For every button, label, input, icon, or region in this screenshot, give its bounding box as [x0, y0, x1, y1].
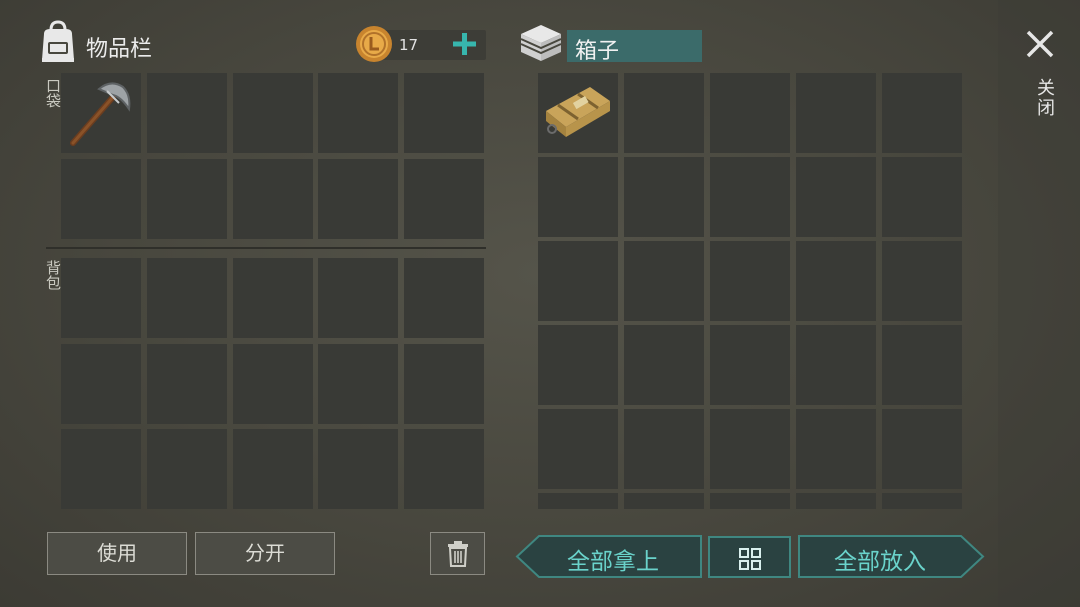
pocket-slot[interactable] — [61, 73, 141, 153]
backpack-icon — [42, 20, 74, 62]
inventory-title: 物品栏 — [86, 37, 153, 62]
backpack-slot[interactable] — [233, 258, 313, 338]
section-divider — [46, 247, 486, 249]
container-slot[interactable] — [710, 241, 790, 321]
container-slot[interactable] — [882, 241, 962, 321]
trash-icon — [448, 541, 468, 567]
put-all-label[interactable]: 全部放入 — [834, 542, 926, 576]
backpack-slot[interactable] — [404, 258, 484, 338]
container-slot[interactable] — [710, 157, 790, 237]
container-slot[interactable] — [710, 409, 790, 489]
container-slot[interactable] — [796, 73, 876, 153]
backpack-slot[interactable] — [318, 258, 398, 338]
container-slot[interactable] — [882, 493, 962, 509]
container-slot[interactable] — [796, 325, 876, 405]
container-slot[interactable] — [538, 73, 618, 153]
container-slot[interactable] — [796, 241, 876, 321]
backpack-slot[interactable] — [61, 344, 141, 424]
backpack-slot[interactable] — [233, 344, 313, 424]
container-slot[interactable] — [710, 73, 790, 153]
coin-counter: 17 — [354, 24, 486, 64]
pocket-slot[interactable] — [404, 159, 484, 239]
container-slot[interactable] — [538, 325, 618, 405]
supply-crate-icon — [546, 87, 610, 137]
container-slot[interactable] — [538, 157, 618, 237]
container-slot[interactable] — [882, 73, 962, 153]
pocket-slot[interactable] — [233, 159, 313, 239]
container-slot[interactable] — [538, 241, 618, 321]
pocket-slot[interactable] — [404, 73, 484, 153]
close-icon[interactable] — [1024, 28, 1056, 60]
container-slot[interactable] — [710, 493, 790, 509]
pocket-slot[interactable] — [318, 73, 398, 153]
container-slot[interactable] — [624, 325, 704, 405]
backpack-slot[interactable] — [318, 429, 398, 509]
backpack-slot[interactable] — [404, 429, 484, 509]
pocket-slot[interactable] — [61, 159, 141, 239]
container-slot[interactable] — [882, 325, 962, 405]
grid-sort-icon — [739, 548, 761, 570]
backpack-slot[interactable] — [318, 344, 398, 424]
container-slot[interactable] — [796, 157, 876, 237]
box-icon — [520, 25, 562, 61]
take-all-label[interactable]: 全部拿上 — [567, 542, 659, 576]
container-slot[interactable] — [624, 493, 704, 509]
container-slot[interactable] — [882, 157, 962, 237]
use-button[interactable]: 使用 — [47, 532, 187, 575]
pocket-slot[interactable] — [147, 73, 227, 153]
pocket-slot[interactable] — [318, 159, 398, 239]
add-coins-button[interactable] — [450, 28, 480, 60]
container-slot[interactable] — [796, 409, 876, 489]
container-slot[interactable] — [624, 73, 704, 153]
backpack-slot[interactable] — [233, 429, 313, 509]
backpack-slot[interactable] — [147, 344, 227, 424]
container-slot[interactable] — [624, 241, 704, 321]
pocket-slot[interactable] — [233, 73, 313, 153]
container-slot[interactable] — [796, 493, 876, 509]
backpack-slot[interactable] — [147, 429, 227, 509]
backpack-slot[interactable] — [404, 344, 484, 424]
container-slot[interactable] — [624, 157, 704, 237]
sort-button[interactable] — [708, 536, 791, 578]
pocket-slot[interactable] — [147, 159, 227, 239]
backpack-slot[interactable] — [61, 429, 141, 509]
container-title: 箱子 — [575, 39, 620, 64]
container-slot[interactable] — [538, 409, 618, 489]
backpack-slot[interactable] — [61, 258, 141, 338]
pickaxe-icon — [70, 82, 131, 146]
delete-button[interactable] — [430, 532, 485, 575]
backpack-slot[interactable] — [147, 258, 227, 338]
close-label[interactable]: 关闭 — [1031, 78, 1057, 118]
container-slot[interactable] — [538, 493, 618, 509]
container-slot[interactable] — [710, 325, 790, 405]
container-slot[interactable] — [624, 409, 704, 489]
container-slot[interactable] — [882, 409, 962, 489]
coin-count: 17 — [399, 36, 419, 54]
split-button[interactable]: 分开 — [195, 532, 335, 575]
gold-coin-icon — [356, 26, 392, 62]
